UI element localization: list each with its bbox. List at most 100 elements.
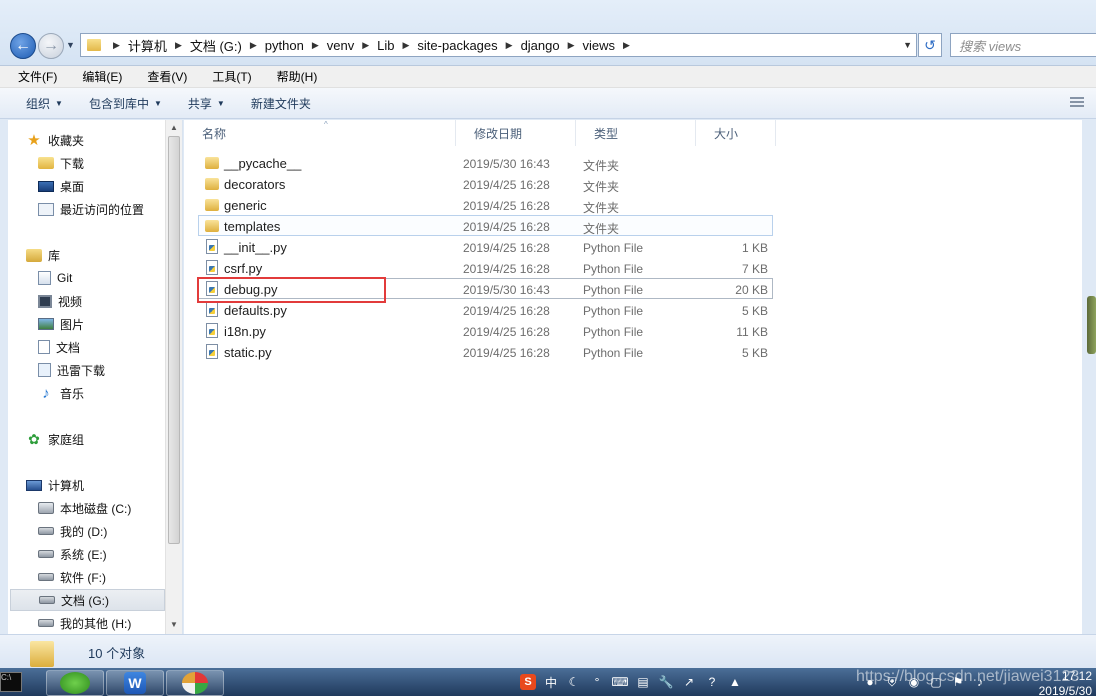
breadcrumb-item[interactable]: Lib — [377, 38, 394, 53]
hard-drive-icon — [38, 573, 54, 581]
sidebar-label: 计算机 — [48, 478, 85, 493]
file-row[interactable]: csrf.py 2019/4/25 16:28 Python File 7 KB — [198, 257, 773, 278]
forward-button[interactable]: → — [38, 33, 64, 59]
sidebar-item-recent[interactable]: 最近访问的位置 — [38, 198, 144, 220]
sidebar-label: 文档 — [56, 340, 81, 355]
sidebar-item-drive-d[interactable]: 我的 (D:) — [38, 520, 107, 542]
file-row[interactable]: static.py 2019/4/25 16:28 Python File 5 … — [198, 341, 773, 362]
chevron-right-icon[interactable]: ▶ — [403, 40, 410, 51]
toolbox-icon[interactable]: ▤ — [635, 674, 651, 690]
breadcrumb[interactable]: ▶ 计算机 ▶ 文档 (G:) ▶ python ▶ venv ▶ Lib ▶ … — [80, 33, 917, 57]
share-button[interactable]: 共享 ▼ — [188, 95, 225, 112]
sidebar-item-drive-g[interactable]: 文档 (G:) — [10, 589, 165, 611]
file-row[interactable]: i18n.py 2019/4/25 16:28 Python File 11 K… — [198, 320, 773, 341]
file-row[interactable]: __pycache__ 2019/5/30 16:43 文件夹 — [198, 152, 773, 173]
moon-icon[interactable]: ☾ — [566, 674, 582, 690]
sidebar-item-drive-c[interactable]: 本地磁盘 (C:) — [38, 497, 131, 519]
column-header-size[interactable]: 大小 — [696, 120, 776, 146]
scroll-up-icon[interactable]: ▲ — [170, 123, 178, 132]
recent-pages-dropdown-icon[interactable]: ▼ — [66, 40, 75, 50]
external-link-icon[interactable]: ↗ — [681, 674, 697, 690]
sidebar-scrollbar[interactable]: ▲ ▼ — [165, 120, 182, 634]
file-name: defaults.py — [224, 303, 287, 318]
include-in-library-button[interactable]: 包含到库中 ▼ — [89, 95, 162, 112]
chevron-down-icon[interactable]: ▼ — [903, 40, 912, 50]
file-type: 文件夹 — [583, 159, 620, 173]
chevron-right-icon[interactable]: ▶ — [362, 40, 369, 51]
file-modified: 2019/4/25 16:28 — [463, 199, 550, 213]
scroll-down-icon[interactable]: ▼ — [170, 620, 178, 629]
breadcrumb-item[interactable]: site-packages — [417, 38, 497, 53]
sidebar-item-downloads[interactable]: 下载 — [38, 152, 84, 174]
breadcrumb-item[interactable]: python — [265, 38, 304, 53]
chevron-right-icon[interactable]: ▶ — [506, 40, 513, 51]
column-header-type[interactable]: 类型 — [576, 120, 696, 146]
side-gadget-handle[interactable] — [1087, 296, 1096, 354]
search-input[interactable]: 搜索 views — [950, 33, 1096, 57]
sidebar-item-desktop[interactable]: 桌面 — [38, 175, 84, 197]
breadcrumb-item[interactable]: venv — [327, 38, 354, 53]
sidebar-homegroup[interactable]: ✿ 家庭组 — [26, 428, 84, 450]
chevron-up-icon[interactable]: ▲ — [727, 674, 743, 690]
sidebar-item-pictures[interactable]: 图片 — [38, 313, 84, 335]
column-header-name[interactable]: 名称 — [184, 120, 456, 146]
sidebar-item-git[interactable]: Git — [38, 267, 72, 289]
file-row[interactable]: decorators 2019/4/25 16:28 文件夹 — [198, 173, 773, 194]
sidebar-libraries[interactable]: 库 — [26, 244, 60, 266]
help-icon[interactable]: ? — [704, 674, 720, 690]
folder-icon — [205, 199, 219, 211]
hard-drive-icon — [38, 502, 54, 514]
chevron-right-icon[interactable]: ▶ — [568, 40, 575, 51]
file-row[interactable]: debug.py 2019/5/30 16:43 Python File 20 … — [198, 278, 773, 299]
taskbar-app-frog[interactable] — [46, 670, 104, 696]
organize-button[interactable]: 组织 ▼ — [26, 95, 63, 112]
wrench-icon[interactable]: 🔧 — [658, 674, 674, 690]
sidebar-item-documents[interactable]: 文档 — [38, 336, 80, 358]
chevron-right-icon[interactable]: ▶ — [113, 40, 120, 51]
file-row[interactable]: templates 2019/4/25 16:28 文件夹 — [198, 215, 773, 236]
sidebar-item-drive-h[interactable]: 我的其他 (H:) — [38, 612, 131, 634]
breadcrumb-item[interactable]: views — [583, 38, 616, 53]
cmd-window-icon[interactable]: C:\ — [0, 672, 22, 692]
file-row[interactable]: generic 2019/4/25 16:28 文件夹 — [198, 194, 773, 215]
menu-help[interactable]: 帮助(H) — [259, 68, 325, 85]
sidebar-label: 收藏夹 — [48, 133, 85, 148]
sidebar-label: 视频 — [58, 294, 83, 309]
punctuation-icon[interactable]: ° — [589, 674, 605, 690]
keyboard-icon[interactable]: ⌨ — [611, 674, 628, 690]
sidebar-item-videos[interactable]: 视频 — [38, 290, 82, 312]
file-type: Python File — [583, 304, 644, 318]
ime-mode-indicator[interactable]: 中 — [543, 674, 559, 690]
sidebar-item-drive-f[interactable]: 软件 (F:) — [38, 566, 106, 588]
column-header-modified[interactable]: 修改日期 — [456, 120, 576, 146]
menu-file[interactable]: 文件(F) — [0, 68, 64, 85]
chevron-right-icon[interactable]: ▶ — [175, 40, 182, 51]
sidebar-favorites[interactable]: ★ 收藏夹 — [26, 129, 84, 151]
sogou-ime-icon[interactable]: S — [520, 674, 536, 690]
breadcrumb-item[interactable]: 计算机 — [128, 36, 167, 55]
ball-app-icon — [182, 672, 208, 694]
taskbar-app-ball[interactable] — [166, 670, 224, 696]
chevron-down-icon: ▼ — [153, 98, 162, 108]
new-folder-button[interactable]: 新建文件夹 — [251, 95, 311, 112]
menu-view[interactable]: 查看(V) — [129, 68, 194, 85]
refresh-button[interactable]: ↺ — [918, 33, 942, 57]
sidebar-item-music[interactable]: ♪ 音乐 — [38, 382, 84, 404]
view-options-icon[interactable] — [1070, 97, 1084, 109]
taskbar-app-wps[interactable]: W — [106, 670, 164, 696]
sidebar-item-thunder-downloads[interactable]: 迅雷下载 — [38, 359, 105, 381]
file-row[interactable]: defaults.py 2019/4/25 16:28 Python File … — [198, 299, 773, 320]
breadcrumb-item[interactable]: 文档 (G:) — [190, 36, 242, 55]
chevron-right-icon[interactable]: ▶ — [623, 40, 630, 51]
sidebar-item-drive-e[interactable]: 系统 (E:) — [38, 543, 107, 565]
menu-edit[interactable]: 编辑(E) — [64, 68, 129, 85]
breadcrumb-item[interactable]: django — [521, 38, 560, 53]
back-button[interactable]: ← — [10, 33, 36, 59]
sidebar-computer[interactable]: 计算机 — [26, 474, 84, 496]
chevron-right-icon[interactable]: ▶ — [312, 40, 319, 51]
python-file-icon — [206, 281, 218, 296]
menu-tools[interactable]: 工具(T) — [194, 68, 258, 85]
chevron-right-icon[interactable]: ▶ — [250, 40, 257, 51]
file-row[interactable]: __init__.py 2019/4/25 16:28 Python File … — [198, 236, 773, 257]
scrollbar-thumb[interactable] — [168, 136, 180, 544]
